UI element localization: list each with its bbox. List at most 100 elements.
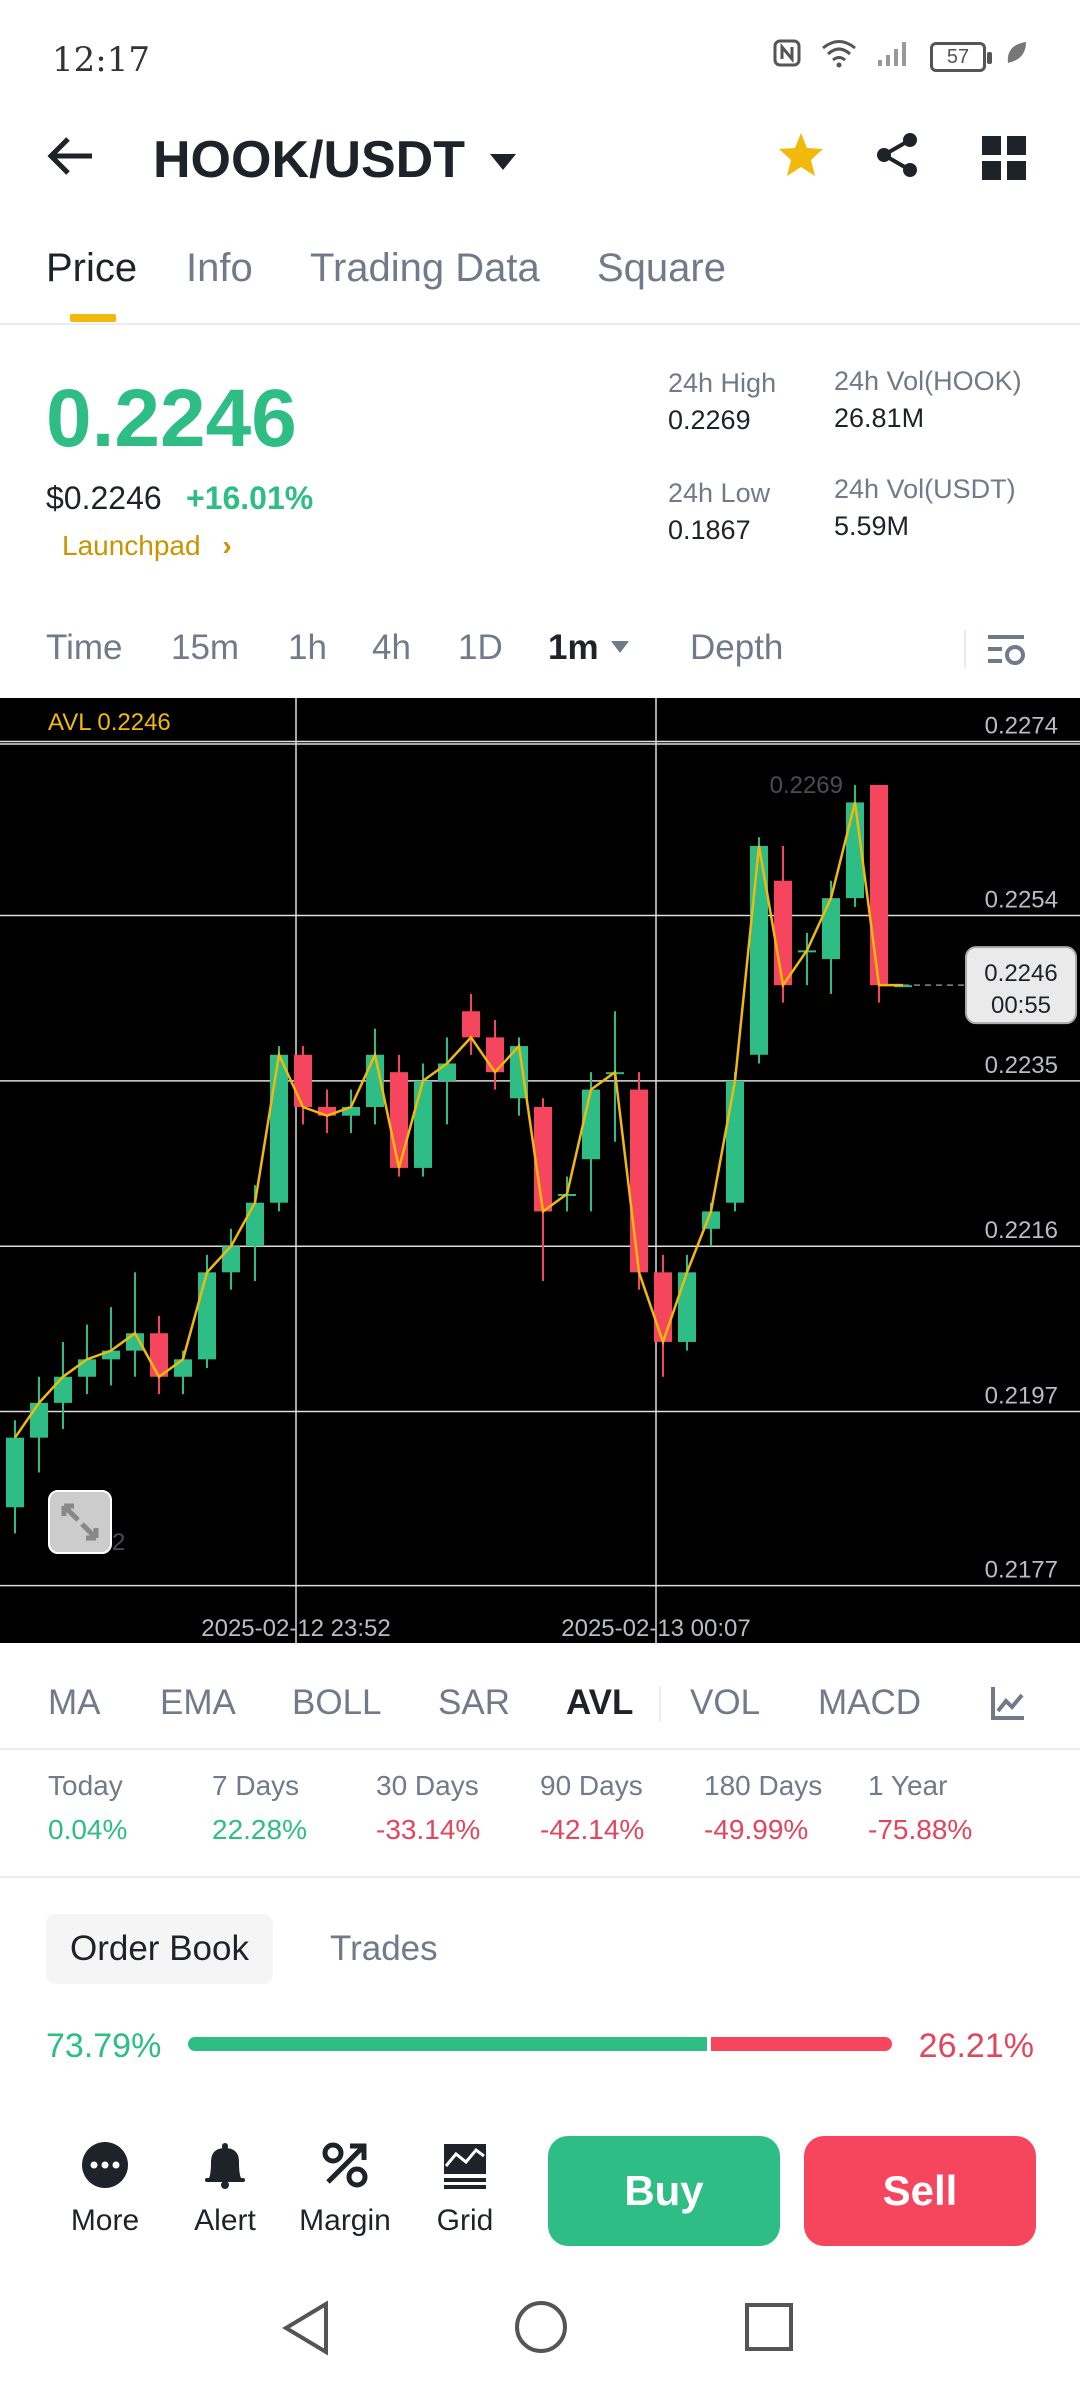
indicator-settings-icon[interactable]	[990, 1685, 1026, 1721]
candle-body	[582, 1089, 600, 1160]
usd-price: $0.2246	[46, 480, 162, 516]
y-tick-label: 0.2177	[985, 1557, 1058, 1584]
candle-body	[870, 785, 888, 986]
indicator-ma[interactable]: MA	[48, 1683, 101, 1723]
detail-tabs: Price Info Trading Data Square	[0, 240, 1080, 325]
countdown-label: 00:55	[991, 992, 1051, 1019]
buy-button[interactable]: Buy	[548, 2136, 780, 2246]
indicator-ema[interactable]: EMA	[160, 1683, 236, 1723]
more-icon	[50, 2140, 160, 2196]
indicator-avl[interactable]: AVL	[566, 1683, 633, 1723]
tab-price[interactable]: Price	[46, 246, 137, 291]
perf-30d: 30 Days -33.14%	[376, 1770, 480, 1846]
candlestick-chart[interactable]: 0.2274 0.2254 0.2235 0.2216 0.2197 0.2177 2025…	[0, 698, 1080, 1643]
candle-body	[6, 1437, 24, 1508]
pair-title[interactable]: HOOK/USDT	[153, 130, 465, 190]
timeframe-1m[interactable]: 1m	[548, 628, 599, 668]
timeframe-1d[interactable]: 1D	[458, 628, 503, 668]
perf-label: 1 Year	[868, 1770, 948, 1801]
status-icons: 57	[772, 38, 1028, 76]
tab-trades[interactable]: Trades	[306, 1914, 462, 1984]
chart-avl-line	[13, 802, 903, 1439]
share-icon[interactable]	[872, 130, 928, 190]
candle-body	[630, 1089, 648, 1273]
tab-info[interactable]: Info	[186, 246, 253, 291]
candle-body	[126, 1333, 144, 1351]
divider	[659, 1686, 661, 1722]
indicator-macd[interactable]: MACD	[818, 1683, 921, 1723]
candle-body	[774, 880, 792, 986]
alert-button[interactable]: Alert	[170, 2140, 280, 2238]
candle-body	[270, 1054, 288, 1203]
more-button[interactable]: More	[50, 2140, 160, 2238]
buy-ratio: 73.79%	[46, 2027, 162, 2065]
sell-ratio: 26.21%	[918, 2027, 1034, 2065]
nav-home-icon[interactable]	[514, 2300, 568, 2359]
perf-value: -75.88%	[868, 1814, 973, 1845]
timeframe-1h[interactable]: 1h	[288, 628, 327, 668]
candle-body	[534, 1106, 552, 1212]
tab-square[interactable]: Square	[597, 246, 726, 291]
perf-label: 90 Days	[540, 1770, 643, 1801]
perf-7d: 7 Days 22.28%	[212, 1770, 307, 1846]
nav-recents-icon[interactable]	[744, 2302, 794, 2357]
perf-today: Today 0.04%	[48, 1770, 127, 1846]
timeframe-depth[interactable]: Depth	[690, 628, 783, 668]
chart-settings-icon[interactable]	[988, 632, 1026, 668]
favorite-star-icon[interactable]	[776, 130, 826, 193]
perf-value: 22.28%	[212, 1814, 307, 1845]
back-arrow-icon[interactable]	[46, 134, 96, 184]
stat-vol-base: 24h Vol(HOOK) 26.81M	[834, 366, 1022, 434]
grid-menu-icon[interactable]	[982, 136, 1026, 180]
current-price-label: 0.2246	[984, 960, 1057, 987]
divider	[964, 630, 966, 668]
pair-dropdown-icon[interactable]	[488, 146, 518, 180]
candle-body	[414, 1080, 432, 1168]
tab-trading-data[interactable]: Trading Data	[310, 246, 540, 291]
margin-button[interactable]: Margin	[290, 2140, 400, 2238]
stat-label: 24h Vol(USDT)	[834, 474, 1016, 504]
candle-body	[726, 1080, 744, 1203]
sell-ratio-bar	[711, 2037, 892, 2051]
candle-body	[246, 1202, 264, 1247]
bell-icon	[170, 2140, 280, 2196]
timeframe-4h[interactable]: 4h	[372, 628, 411, 668]
indicator-sar[interactable]: SAR	[438, 1683, 510, 1723]
candle-body	[678, 1272, 696, 1342]
active-tab-indicator	[70, 314, 116, 322]
stat-value: 0.2269	[668, 405, 751, 435]
indicator-vol[interactable]: VOL	[690, 1683, 760, 1723]
chart-canvas[interactable]: 0.2274 0.2254 0.2235 0.2216 0.2197 0.2177 2025…	[0, 698, 1080, 1643]
perf-180d: 180 Days -49.99%	[704, 1770, 822, 1846]
x-tick-label: 2025-02-12 23:52	[201, 1615, 391, 1642]
status-time: 12:17	[52, 40, 150, 80]
stat-value: 0.1867	[668, 515, 751, 545]
tab-order-book[interactable]: Order Book	[46, 1914, 273, 1984]
avl-value-label: AVL 0.2246	[48, 709, 171, 736]
grid-button[interactable]: Grid	[410, 2140, 520, 2238]
perf-label: 30 Days	[376, 1770, 479, 1801]
grid-label: Grid	[436, 2204, 494, 2237]
stat-value: 5.59M	[834, 511, 910, 541]
perf-value: 0.04%	[48, 1814, 128, 1845]
timeframe-time[interactable]: Time	[46, 628, 122, 668]
chart-labels: 0.2274 0.2254 0.2235 0.2216 0.2197 0.2177 2025…	[48, 709, 1077, 1642]
launchpad-link[interactable]: Launchpad ›	[62, 530, 232, 562]
timeframe-dropdown-icon[interactable]	[610, 640, 630, 659]
indicator-boll[interactable]: BOLL	[292, 1683, 382, 1723]
candle-body	[150, 1333, 168, 1377]
signal-icon	[876, 38, 912, 76]
y-tick-label: 0.2216	[985, 1217, 1058, 1244]
fullscreen-expand-icon[interactable]	[48, 1490, 112, 1554]
candle-body	[222, 1246, 240, 1273]
candle-body	[438, 1063, 456, 1081]
stat-label: 24h Low	[668, 478, 771, 508]
candle-body	[294, 1054, 312, 1107]
candle-body	[654, 1272, 672, 1342]
sell-button[interactable]: Sell	[804, 2136, 1036, 2246]
more-label: More	[70, 2204, 140, 2237]
battery-icon: 57	[930, 42, 992, 72]
nav-back-icon[interactable]	[280, 2300, 332, 2361]
app-header: HOOK/USDT	[0, 110, 1080, 210]
timeframe-15m[interactable]: 15m	[171, 628, 239, 668]
